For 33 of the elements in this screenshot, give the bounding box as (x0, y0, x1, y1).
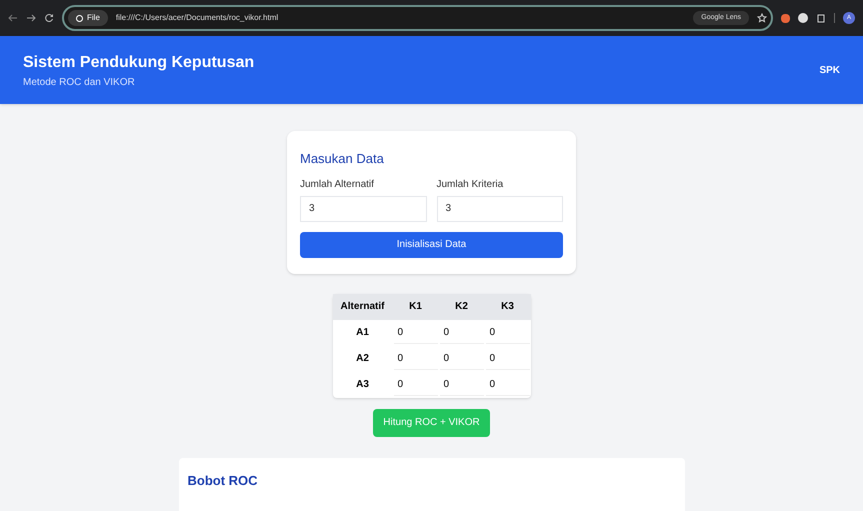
value-field[interactable]: 0 (394, 348, 438, 370)
column-header: K3 (484, 294, 530, 320)
star-icon[interactable] (757, 13, 767, 23)
extension-icon[interactable] (781, 14, 790, 22)
number-field[interactable]: 3 (436, 196, 563, 222)
field-label: Jumlah Alternatif (300, 178, 375, 192)
forward-icon[interactable] (26, 13, 36, 23)
app-subtitle: Metode ROC dan VIKOR (23, 76, 136, 90)
value-field[interactable]: 0 (486, 374, 530, 396)
url-text: file:///C:/Users/acer/Documents/roc_vikor.html (116, 12, 280, 24)
column-header: K2 (438, 294, 484, 320)
initialize-button[interactable]: Inisialisasi Data (300, 232, 563, 258)
row-label: A1 (332, 320, 392, 346)
brand-link[interactable]: SPK (819, 62, 840, 78)
field-label: Jumlah Kriteria (436, 178, 504, 192)
value-field[interactable]: 0 (394, 374, 438, 396)
value-field[interactable]: 0 (440, 348, 484, 370)
file-chip[interactable]: File (68, 10, 108, 26)
value-field[interactable]: 0 (394, 322, 438, 344)
number-field[interactable]: 3 (300, 196, 426, 222)
column-header: K1 (392, 294, 438, 320)
back-icon[interactable] (8, 13, 18, 23)
app-title: Sistem Pendukung Keputusan (23, 52, 254, 72)
value-field[interactable]: 0 (486, 348, 530, 370)
column-header: Alternatif (332, 294, 392, 320)
row-label: A3 (332, 372, 392, 398)
card-title: Bobot ROC (188, 472, 259, 490)
row-label: A2 (332, 346, 392, 372)
value-field[interactable]: 0 (440, 374, 484, 396)
card-title: Masukan Data (300, 150, 385, 168)
reload-icon[interactable] (44, 13, 54, 23)
value-field[interactable]: 0 (486, 322, 530, 344)
value-field[interactable]: 0 (440, 322, 484, 344)
